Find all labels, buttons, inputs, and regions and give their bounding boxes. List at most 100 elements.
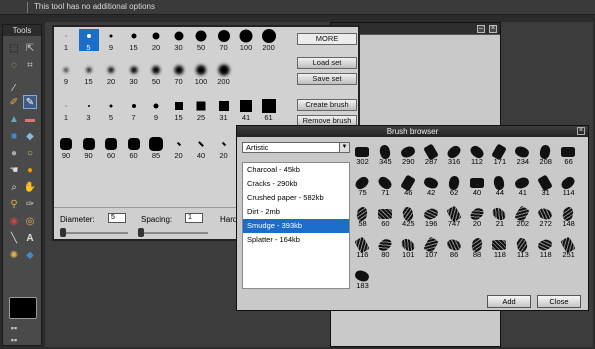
- brush-size-cell[interactable]: 30: [124, 63, 144, 86]
- brush-size-cell[interactable]: 90: [56, 137, 76, 160]
- brush-thumbnail[interactable]: 183: [352, 268, 373, 290]
- brush-thumbnail[interactable]: 148: [558, 206, 579, 228]
- brush-thumbnail[interactable]: 118: [489, 239, 510, 259]
- brush-thumbnail[interactable]: 107: [421, 236, 442, 259]
- spacing-slider-handle[interactable]: [138, 228, 144, 237]
- create-brush-button[interactable]: Create brush: [297, 99, 357, 111]
- minimize-icon[interactable]: –: [477, 25, 485, 33]
- brush-size-cell[interactable]: 31: [214, 99, 234, 122]
- close-button[interactable]: Close: [537, 295, 581, 308]
- brush-size-cell[interactable]: 100: [191, 63, 211, 86]
- brush-size-cell[interactable]: 9: [146, 99, 166, 122]
- crop-icon[interactable]: ⌗: [23, 58, 37, 72]
- brush-size-cell[interactable]: 25: [191, 99, 211, 122]
- brush-thumbnail[interactable]: 21: [489, 205, 510, 228]
- brush-size-cell[interactable]: 3: [79, 99, 99, 122]
- brush-thumbnail[interactable]: 86: [444, 237, 465, 259]
- lasso-icon[interactable]: ◌: [7, 58, 21, 72]
- diameter-field[interactable]: 5: [108, 213, 126, 223]
- brush-thumbnail[interactable]: 345: [375, 144, 396, 166]
- brush-size-cell[interactable]: 9: [101, 29, 121, 52]
- shape-icon[interactable]: ◎: [23, 214, 37, 228]
- brush-thumbnail[interactable]: 287: [421, 143, 442, 166]
- brush-size-cell[interactable]: 85: [146, 137, 166, 160]
- brush-size-cell[interactable]: 40: [191, 137, 211, 160]
- brush-size-cell[interactable]: 5: [78, 29, 99, 52]
- move-icon[interactable]: ⇱: [23, 41, 37, 55]
- brush-size-cell[interactable]: 15: [79, 63, 99, 86]
- brush-thumbnail[interactable]: 251: [558, 236, 579, 259]
- brush-thumbnail[interactable]: 302: [352, 146, 373, 166]
- close-icon[interactable]: ×: [577, 127, 585, 135]
- brush-size-cell[interactable]: 50: [146, 63, 166, 86]
- pen-icon[interactable]: ✑: [23, 197, 37, 211]
- dodge-icon[interactable]: ○: [23, 146, 37, 160]
- brush-size-cell[interactable]: 1: [56, 29, 76, 52]
- brush-size-cell[interactable]: 60: [124, 137, 144, 160]
- brush-thumbnail[interactable]: 112: [467, 143, 488, 166]
- add-button[interactable]: Add: [487, 295, 531, 308]
- brush-size-cell[interactable]: 20: [101, 63, 121, 86]
- replace-color-icon[interactable]: ◆: [23, 248, 37, 262]
- brush-thumbnail[interactable]: 114: [558, 174, 579, 197]
- dialog-titlebar[interactable]: Brush browser ×: [237, 126, 588, 137]
- blur-icon[interactable]: ●: [7, 146, 21, 160]
- brush-thumbnail[interactable]: 58: [352, 206, 373, 228]
- brush-set-item[interactable]: Splatter - 164kb: [243, 233, 349, 247]
- brush-thumbnail[interactable]: 41: [512, 175, 533, 197]
- brush-thumbnail[interactable]: 290: [398, 144, 419, 166]
- eyedropper-icon[interactable]: ⚲: [7, 197, 21, 211]
- brush-size-cell[interactable]: 70: [214, 29, 234, 52]
- close-icon[interactable]: ×: [489, 25, 497, 33]
- diameter-slider-track[interactable]: [60, 232, 128, 234]
- brush-thumbnail[interactable]: 425: [398, 206, 419, 228]
- brush-size-cell[interactable]: 30: [169, 29, 189, 52]
- brush-set-item[interactable]: Cracks - 290kb: [243, 177, 349, 191]
- brush-thumbnail[interactable]: 46: [398, 174, 419, 197]
- zoom-icon[interactable]: ⌕: [7, 180, 21, 194]
- brush-thumbnail[interactable]: 234: [512, 144, 533, 166]
- smudge-icon[interactable]: ☚: [7, 163, 21, 177]
- color-swatch[interactable]: [9, 297, 37, 319]
- marquee-icon[interactable]: ⬚: [7, 41, 21, 55]
- brush-thumbnail[interactable]: 62: [444, 175, 465, 197]
- brush-set-item[interactable]: Dirt - 2mb: [243, 205, 349, 219]
- brush-size-cell[interactable]: 50: [191, 29, 211, 52]
- brush-size-cell[interactable]: 1: [56, 99, 76, 122]
- brush-size-cell[interactable]: 15: [124, 29, 144, 52]
- brush-size-cell[interactable]: 20: [214, 137, 234, 160]
- brush-thumbnail[interactable]: 116: [352, 236, 373, 259]
- brush-thumbnail[interactable]: 40: [467, 177, 488, 197]
- brush-thumbnail[interactable]: 113: [512, 237, 533, 259]
- spacing-field[interactable]: 1: [185, 213, 203, 223]
- brush-thumbnail[interactable]: 71: [375, 174, 396, 197]
- brush-thumbnail[interactable]: 171: [489, 143, 510, 166]
- brush-thumbnail[interactable]: 75: [352, 174, 373, 197]
- heal-icon[interactable]: ✺: [7, 248, 21, 262]
- brush-size-cell[interactable]: 15: [169, 99, 189, 122]
- diameter-slider-handle[interactable]: [60, 228, 66, 237]
- brush-thumbnail[interactable]: 208: [535, 144, 556, 166]
- brush-thumbnail[interactable]: 88: [467, 237, 488, 259]
- brush-size-cell[interactable]: 20: [169, 137, 189, 160]
- brush-set-item[interactable]: Crushed paper - 582kb: [243, 191, 349, 205]
- brush-size-cell[interactable]: 7: [124, 99, 144, 122]
- brush-thumbnail[interactable]: 316: [444, 143, 465, 166]
- spacing-slider-track[interactable]: [138, 232, 208, 234]
- stamp-icon[interactable]: ▲: [7, 112, 21, 126]
- eraser-icon[interactable]: ▬: [23, 112, 37, 126]
- load-set-button[interactable]: Load set: [297, 57, 357, 69]
- brush-icon[interactable]: ✎: [23, 95, 37, 109]
- bucket-icon[interactable]: ◆: [23, 129, 37, 143]
- hand-icon[interactable]: ✋: [23, 180, 37, 194]
- brush-thumbnail[interactable]: 60: [375, 208, 396, 228]
- brush-thumbnail[interactable]: 202: [512, 205, 533, 228]
- brush-set-item[interactable]: Charcoal - 45kb: [243, 163, 349, 177]
- brush-set-item[interactable]: Smudge - 393kb: [243, 219, 349, 233]
- brush-thumbnail[interactable]: 80: [375, 236, 396, 259]
- text-icon[interactable]: A: [23, 231, 37, 245]
- brush-thumbnail[interactable]: 44: [489, 175, 510, 197]
- wand-icon[interactable]: ⁄: [7, 81, 21, 95]
- chevron-down-icon[interactable]: ▼: [339, 143, 349, 152]
- brush-size-cell[interactable]: 5: [101, 99, 121, 122]
